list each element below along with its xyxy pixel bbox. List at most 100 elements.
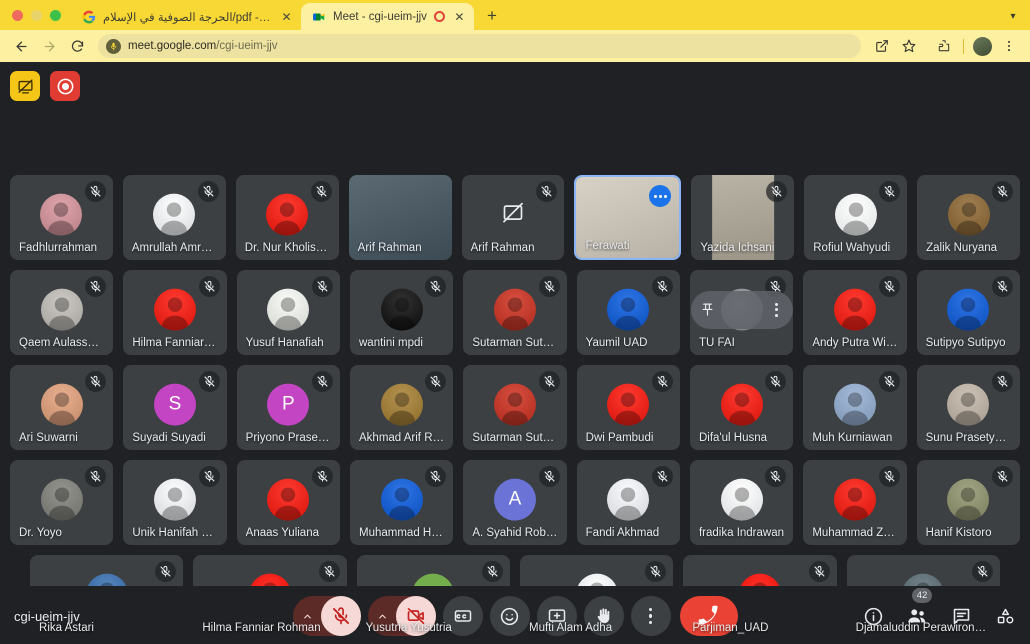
site-info-icon[interactable] xyxy=(106,38,121,54)
maximize-window-button[interactable] xyxy=(50,10,61,21)
participant-name: Sunu Prasetya ... xyxy=(925,432,1011,444)
minimize-window-button[interactable] xyxy=(31,10,42,21)
participant-tile[interactable]: Andy Putra Wij... xyxy=(803,270,907,355)
participant-tile[interactable]: Dr. Nur Kholis, ... xyxy=(235,175,339,260)
participant-name: Anaas Yuliana xyxy=(245,527,319,539)
participant-tile[interactable]: Yaumil UAD xyxy=(576,270,680,355)
muted-mic-icon xyxy=(878,466,900,487)
participant-tile[interactable]: Arif Rahman xyxy=(461,175,565,260)
participant-name: Difa'ul Husna xyxy=(698,432,768,444)
participant-tile[interactable]: S Suyadi Suyadi xyxy=(123,365,227,450)
participant-tile[interactable]: Dr. Yoyo xyxy=(10,460,114,545)
participant-tile[interactable]: Ferawati xyxy=(574,175,682,260)
participant-name: Andy Putra Wij... xyxy=(812,337,898,349)
participant-avatar xyxy=(833,288,876,331)
participant-tile[interactable]: Hanif Kistoro xyxy=(916,460,1020,545)
participant-tile[interactable]: Ari Suwarni xyxy=(10,365,114,450)
pin-icon[interactable] xyxy=(698,302,718,317)
extensions-icon[interactable] xyxy=(931,33,957,59)
participant-tile[interactable]: Sunu Prasetya ... xyxy=(916,365,1020,450)
back-button[interactable] xyxy=(8,33,34,59)
participant-tile[interactable]: Rofiul Wahyudi xyxy=(804,175,908,260)
participant-tile[interactable]: Dwi Pambudi xyxy=(576,365,680,450)
participant-avatar xyxy=(380,478,423,521)
participant-name: Muh Kurniawan xyxy=(812,432,893,444)
bookmark-star-icon[interactable] xyxy=(896,33,922,59)
address-bar[interactable]: meet.google.com/cgi-ueim-jjv xyxy=(98,34,861,58)
participant-tile[interactable]: Muhammad Ha... xyxy=(350,460,454,545)
more-options-button[interactable] xyxy=(630,596,671,636)
participant-tile[interactable]: P Priyono Prasetyo xyxy=(236,365,340,450)
participant-tile[interactable]: Hilma Fanniar R... xyxy=(123,270,227,355)
participant-name: fradika Indrawan xyxy=(698,527,785,539)
muted-mic-icon xyxy=(765,371,787,392)
participant-tile[interactable]: Sutarman Suta... xyxy=(463,365,567,450)
participant-tile[interactable]: Sutarman Suta... xyxy=(463,270,567,355)
tab-list-chevron-icon[interactable]: ▾ xyxy=(1002,5,1024,27)
activities-button[interactable] xyxy=(992,603,1018,629)
participant-tile[interactable]: wantini mpdi xyxy=(350,270,454,355)
chrome-menu-icon[interactable] xyxy=(996,33,1022,59)
participant-avatar xyxy=(493,383,536,426)
participant-tile[interactable]: Amrullah Amrul... xyxy=(122,175,226,260)
emoji-reactions-button[interactable] xyxy=(489,596,530,636)
muted-mic-icon xyxy=(765,466,787,487)
close-tab-button[interactable]: ✕ xyxy=(279,9,294,24)
participant-tile[interactable]: Difa'ul Husna xyxy=(689,365,794,450)
close-tab-button[interactable]: ✕ xyxy=(452,9,467,24)
participant-tile[interactable]: Arif Rahman xyxy=(348,175,452,260)
reload-button[interactable] xyxy=(64,33,90,59)
muted-mic-icon xyxy=(651,466,673,487)
participant-avatar xyxy=(833,383,876,426)
new-tab-button[interactable]: + xyxy=(479,3,505,29)
browser-tab-2[interactable]: Meet - cgi-ueim-jjv ✕ xyxy=(301,3,474,30)
google-meet-app: Fadhlurrahman Amrullah Amrul... Dr. Nur Kh… xyxy=(0,62,1030,644)
participant-tile[interactable]: Sutipyo Sutipyo xyxy=(916,270,1020,355)
participant-count-badge: 42 xyxy=(912,588,932,603)
recording-button[interactable] xyxy=(50,71,80,101)
toolbar-divider xyxy=(963,38,964,54)
address-bar-url: meet.google.com/cgi-ueim-jjv xyxy=(128,40,278,52)
participant-tile[interactable]: Qaem Aulassya... xyxy=(10,270,114,355)
participant-tile[interactable]: TU FAI xyxy=(689,270,794,355)
participant-avatar xyxy=(267,478,310,521)
participant-tile[interactable]: Anaas Yuliana xyxy=(236,460,340,545)
participant-tile[interactable]: Muhammad Za... xyxy=(803,460,907,545)
muted-mic-icon xyxy=(766,181,788,202)
participant-tile[interactable]: Akhmad Arif Ri... xyxy=(350,365,454,450)
close-window-button[interactable] xyxy=(12,10,23,21)
browser-tab-1[interactable]: الحرجة الصوفية في الإسلام/pdf - P... ✕ xyxy=(71,3,301,30)
profile-avatar[interactable] xyxy=(973,36,992,56)
participant-name: Dr. Yoyo xyxy=(19,527,62,539)
tab-title: الحرجة الصوفية في الإسلام/pdf - P... xyxy=(103,11,272,24)
participant-tile[interactable]: Zalik Nuryana xyxy=(917,175,1021,260)
microphone-off-button[interactable] xyxy=(320,596,361,636)
participant-tile[interactable]: Unik Hanifah Sa... xyxy=(123,460,227,545)
muted-mic-icon xyxy=(84,181,106,202)
tab-recording-indicator-icon[interactable] xyxy=(433,11,445,22)
participant-name: Yaumil UAD xyxy=(585,337,648,349)
muted-mic-icon xyxy=(538,276,560,297)
participant-tile[interactable]: A A. Syahid Robb... xyxy=(463,460,567,545)
participant-name: Rofiul Wahyudi xyxy=(813,242,891,254)
muted-mic-icon xyxy=(197,181,219,202)
participant-tile[interactable]: Fandi Akhmad xyxy=(576,460,680,545)
participant-avatar: S xyxy=(154,383,196,426)
muted-mic-icon xyxy=(310,181,332,202)
muted-mic-icon xyxy=(651,371,673,392)
participant-tile[interactable]: Fadhlurrahman xyxy=(10,175,113,260)
tab-strip: الحرجة الصوفية في الإسلام/pdf - P... ✕ M… xyxy=(0,0,1030,30)
participant-tile[interactable]: Muh Kurniawan xyxy=(803,365,907,450)
muted-mic-icon xyxy=(538,466,560,487)
participant-tile[interactable]: fradika Indrawan xyxy=(689,460,794,545)
participant-tile[interactable]: Yusuf Hanafiah xyxy=(236,270,340,355)
share-icon[interactable] xyxy=(869,33,895,59)
forward-button[interactable] xyxy=(36,33,62,59)
presentation-blocked-button[interactable] xyxy=(10,71,40,101)
participant-name: Unik Hanifah Sa... xyxy=(132,527,218,539)
participant-name: Muhammad Za... xyxy=(812,527,898,539)
tile-more-options-icon[interactable] xyxy=(768,302,786,317)
participant-tile[interactable]: Yazida Ichsani xyxy=(691,175,795,260)
muted-mic-icon xyxy=(878,276,900,297)
muted-mic-icon xyxy=(312,466,333,487)
